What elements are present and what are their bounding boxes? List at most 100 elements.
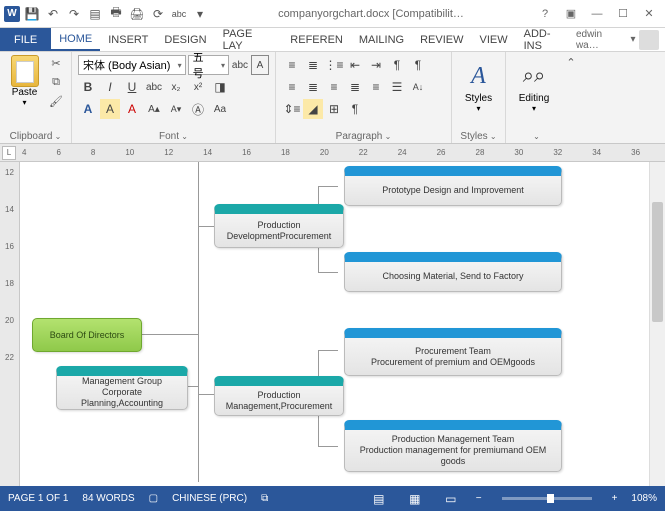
paste-button[interactable]: Paste ▾ [6,55,43,107]
grow-font-icon[interactable]: A▴ [144,99,164,119]
distribute-icon[interactable]: ≡ [366,77,386,97]
tab-references[interactable]: REFEREN [282,28,351,51]
view-read-icon[interactable]: ▤ [368,490,390,508]
redo-icon[interactable]: ↷ [65,5,83,23]
horizontal-ruler[interactable]: L 4 6 8 10 12 14 16 18 20 22 24 26 28 30… [0,144,665,162]
zoom-in-icon[interactable]: + [612,493,618,504]
ribbon-collapse-icon[interactable]: ▣ [559,4,583,24]
change-case-icon[interactable]: Aa [210,99,230,119]
quickprint-icon[interactable]: 🖨 [128,5,146,23]
numbering-icon[interactable]: ≣ [303,55,323,75]
vertical-ruler[interactable]: 12 14 16 18 20 22 [0,162,20,486]
macro-icon[interactable]: ⧉ [261,493,268,504]
tab-mailings[interactable]: MAILING [351,28,412,51]
tab-home[interactable]: HOME [51,28,100,51]
status-language[interactable]: CHINESE (PRC) [172,493,247,504]
minimize-icon[interactable]: — [585,4,609,24]
strike-icon[interactable]: abc [144,77,164,97]
highlight-icon[interactable]: A [100,99,120,119]
collapse-ribbon-icon[interactable]: ⌃ [562,54,580,70]
maximize-icon[interactable]: ☐ [611,4,635,24]
rtl-icon[interactable]: ¶ [408,55,428,75]
styles-button[interactable]: A Styles ▾ [458,55,499,130]
editing-button[interactable]: ⌕⌕ Editing ▾ [512,55,556,130]
ruler-tick: 20 [320,148,329,157]
save-icon[interactable]: 💾 [23,5,41,23]
help-icon[interactable]: ? [533,4,557,24]
view-print-icon[interactable]: ▦ [404,490,426,508]
ltr-icon[interactable]: ¶ [387,55,407,75]
document-canvas[interactable]: 12 14 16 18 20 22 Board Of Directors Man… [0,162,665,486]
view-web-icon[interactable]: ▭ [440,490,462,508]
showmarks-icon[interactable]: ¶ [345,99,365,119]
enclose-icon[interactable]: Ⓐ [188,99,208,119]
zoom-out-icon[interactable]: − [476,493,482,504]
tab-view[interactable]: VIEW [472,28,516,51]
user-area[interactable]: edwin wa… ▾ [576,28,665,51]
tab-design[interactable]: DESIGN [156,28,214,51]
tab-insert[interactable]: INSERT [100,28,156,51]
multilevel-icon[interactable]: ⋮≡ [324,55,344,75]
align-right-icon[interactable]: ≡ [324,77,344,97]
ruler-tick: 22 [359,148,368,157]
font-name-combo[interactable]: 宋体 (Body Asian) [78,55,186,75]
spellcheck-icon[interactable]: abc [170,5,188,23]
group-label-editing [512,130,556,143]
snap-icon[interactable]: ☰ [387,77,407,97]
copy-icon[interactable]: ⧉ [47,74,65,90]
scroll-thumb[interactable] [652,202,663,322]
cut-icon[interactable]: ✂ [47,55,65,71]
chevron-down-icon: ▾ [476,104,480,113]
org-node-choose-material[interactable]: Choosing Material, Send to Factory [344,252,562,292]
qat-more-icon[interactable]: ▾ [191,5,209,23]
subscript-icon[interactable]: x₂ [166,77,186,97]
org-node-prod-mgmt[interactable]: Production Management,Procurement [214,376,344,416]
tab-file[interactable]: FILE [0,28,51,51]
italic-icon[interactable]: I [100,77,120,97]
font-color-icon[interactable]: A [122,99,142,119]
bold-icon[interactable]: B [78,77,98,97]
underline-icon[interactable]: U [122,77,142,97]
borders-icon[interactable]: ⊞ [324,99,344,119]
proofing-icon[interactable]: ▢ [149,493,158,504]
undo-icon[interactable]: ↶ [44,5,62,23]
close-icon[interactable]: ✕ [637,4,661,24]
vertical-scrollbar[interactable] [649,162,665,486]
tab-addins[interactable]: ADD-INS [516,28,576,51]
align-center-icon[interactable]: ≣ [303,77,323,97]
justify-icon[interactable]: ≣ [345,77,365,97]
clear-format-icon[interactable]: abc [231,55,249,75]
org-node-procurement-team[interactable]: Procurement Team Procurement of premium … [344,328,562,376]
status-page[interactable]: PAGE 1 OF 1 [8,493,68,504]
node-line: Procurement of premium and OEMgoods [371,357,535,368]
line-spacing-icon[interactable]: ⇕≡ [282,99,302,119]
org-node-prototype[interactable]: Prototype Design and Improvement [344,166,562,206]
zoom-slider[interactable] [502,497,592,500]
sort-icon[interactable]: A↓ [408,77,428,97]
tab-page-layout[interactable]: PAGE LAY [215,28,283,51]
org-node-board[interactable]: Board Of Directors [32,318,142,352]
print-icon[interactable]: 🖶 [107,5,125,23]
org-node-prod-dev[interactable]: Production DevelopmentProcurement [214,204,344,248]
status-words[interactable]: 84 WORDS [82,493,134,504]
styles-icon: A [471,59,486,93]
format-painter-icon[interactable]: 🖌 [47,93,65,109]
tab-review[interactable]: REVIEW [412,28,471,51]
group-paragraph: ≡ ≣ ⋮≡ ⇤ ⇥ ¶ ¶ ≡ ≣ ≡ ≣ ≡ ☰ A↓ ⇕≡ ◢ ⊞ [276,52,452,143]
font-size-combo[interactable]: 五号 [188,55,229,75]
new-icon[interactable]: ▤ [86,5,104,23]
user-dropdown-icon: ▾ [630,34,635,45]
phonetic-icon[interactable]: A [251,55,269,75]
dec-indent-icon[interactable]: ⇤ [345,55,365,75]
inc-indent-icon[interactable]: ⇥ [366,55,386,75]
org-node-mgmt-group[interactable]: Management Group Corporate Planning,Acco… [56,366,188,410]
align-left-icon[interactable]: ≡ [282,77,302,97]
shading-icon[interactable]: ◢ [303,99,323,119]
text-effects-icon[interactable]: A [78,99,98,119]
ruler-tick: 26 [437,148,446,157]
refresh-icon[interactable]: ⟳ [149,5,167,23]
bullets-icon[interactable]: ≡ [282,55,302,75]
org-node-prodmgmt-team[interactable]: Production Management Team Production ma… [344,420,562,472]
shrink-font-icon[interactable]: A▾ [166,99,186,119]
zoom-value[interactable]: 108% [631,493,657,504]
